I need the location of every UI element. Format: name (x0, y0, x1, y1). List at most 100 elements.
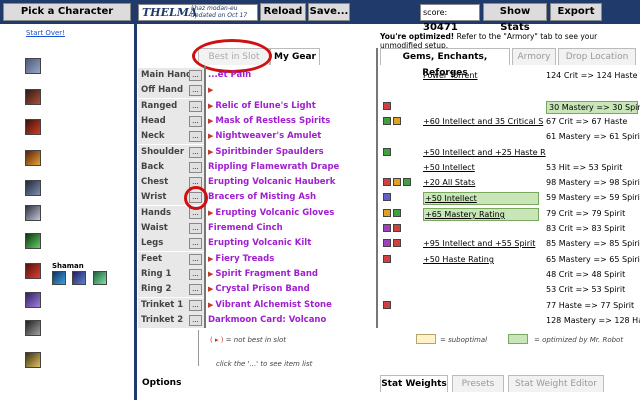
gem-socket-icon[interactable] (383, 301, 391, 309)
reforge-text: 48 Crit => 48 Spirit (546, 270, 626, 279)
not-best-marker-icon: ▶ (208, 270, 214, 278)
reforge-text: 59 Mastery => 59 Spirit (546, 193, 640, 202)
item-list-button[interactable]: ... (189, 284, 202, 295)
gem-socket-icon[interactable] (393, 209, 401, 217)
item-list-button[interactable]: ... (189, 300, 202, 311)
item-list-button[interactable]: ... (189, 238, 202, 249)
spec-enhancement-icon[interactable] (72, 271, 86, 285)
legend-click-hint: click the '...' to see item list (216, 360, 313, 368)
item-list-button[interactable]: ... (189, 162, 202, 173)
item-list-button[interactable]: ... (189, 315, 202, 326)
gem-socket-icon[interactable] (393, 178, 401, 186)
gear-item[interactable]: ▶ Spiritbinder Spaulders (208, 145, 376, 160)
race-icon-6[interactable] (25, 205, 41, 221)
show-stats-button[interactable]: Show Stats (483, 3, 547, 33)
gem-socket-icon[interactable] (393, 117, 401, 125)
race-icon-9[interactable] (25, 292, 41, 308)
gear-item[interactable]: ▶ Fiery Treads (208, 252, 376, 267)
tab-stat-weight-editor[interactable]: Stat Weight Editor (508, 375, 604, 392)
gem-socket-icon[interactable] (393, 239, 401, 247)
gear-item[interactable]: ▶ Erupting Volcanic Gloves (208, 206, 376, 221)
gear-item-name: Mask of Restless Spirits (215, 116, 331, 126)
gear-item[interactable]: Darkmoon Card: Volcano (208, 313, 376, 328)
gear-item[interactable]: Bracers of Misting Ash (208, 190, 376, 205)
gear-item[interactable]: ...et Pain (208, 68, 376, 83)
gear-item-name: Fiery Treads (215, 254, 275, 264)
reload-button[interactable]: Reload (260, 3, 306, 21)
gear-item-name: Spiritbinder Spaulders (215, 147, 324, 157)
tab-presets[interactable]: Presets (452, 375, 504, 392)
export-button[interactable]: Export (550, 3, 602, 21)
gem-socket-icon[interactable] (383, 117, 391, 125)
gear-item[interactable]: ▶ Vibrant Alchemist Stone (208, 298, 376, 313)
race-icon-5[interactable] (25, 180, 41, 196)
gear-item[interactable]: Erupting Volcanic Kilt (208, 236, 376, 251)
spec-elemental-icon[interactable] (52, 271, 66, 285)
gem-socket-icon[interactable] (383, 148, 391, 156)
item-list-button[interactable]: ... (189, 223, 202, 234)
enchant-link[interactable]: +50 Haste Rating (423, 254, 494, 265)
shaman-class-icon[interactable] (25, 263, 41, 279)
gear-item[interactable]: ▶ Crystal Prison Band (208, 282, 376, 297)
item-list-button[interactable]: ... (189, 254, 202, 265)
gem-socket-icon[interactable] (383, 224, 391, 232)
gear-item[interactable]: ▶ Mask of Restless Spirits (208, 114, 376, 129)
enchant-link[interactable]: +50 Intellect (423, 192, 539, 205)
score-display: score: 30471 (420, 4, 480, 33)
tab-armory[interactable]: Armory (512, 48, 556, 65)
race-icon-10[interactable] (25, 320, 41, 336)
gem-socket-icon[interactable] (393, 224, 401, 232)
enchant-link[interactable]: +95 Intellect and +55 Spirit (423, 238, 535, 249)
gear-item[interactable]: ▶ Spirit Fragment Band (208, 267, 376, 282)
race-icon-2[interactable] (25, 89, 41, 105)
start-over-link[interactable]: Start Over! (26, 29, 65, 37)
gear-item-name: ...et Pain (208, 70, 252, 80)
enchant-link[interactable]: +50 Intellect and +25 Haste R (423, 147, 546, 158)
race-icon-3[interactable] (25, 119, 41, 135)
reforge-text: 67 Crit => 67 Haste (546, 117, 628, 126)
item-list-button[interactable]: ... (189, 269, 202, 280)
gear-item[interactable]: Firemend Cinch (208, 221, 376, 236)
gem-socket-icon[interactable] (383, 209, 391, 217)
pick-character-button[interactable]: Pick a Character (3, 3, 131, 21)
gear-item[interactable]: Rippling Flamewrath Drape (208, 160, 376, 175)
gear-item[interactable]: Erupting Volcanic Hauberk (208, 175, 376, 190)
race-icon-11[interactable] (25, 352, 41, 368)
gem-socket-icon[interactable] (383, 193, 391, 201)
enchant-link[interactable]: Power Torrent (423, 70, 478, 81)
enchant-link[interactable]: +65 Mastery Rating (423, 208, 539, 221)
gear-item-name: Bracers of Misting Ash (208, 192, 317, 202)
gear-item[interactable]: ▶ Relic of Elune's Light (208, 99, 376, 114)
tab-drop-location[interactable]: Drop Location (558, 48, 636, 65)
enchant-link[interactable]: +60 Intellect and 35 Critical S (423, 116, 543, 127)
gem-socket-icon[interactable] (383, 102, 391, 110)
item-list-button[interactable]: ... (189, 131, 202, 142)
tab-stat-weights[interactable]: Stat Weights (380, 375, 448, 392)
enchant-link[interactable]: +50 Intellect (423, 162, 475, 173)
character-updated: updated on Oct 17 (191, 12, 248, 19)
gear-item[interactable]: ▶ (208, 83, 376, 98)
item-list-button[interactable]: ... (189, 147, 202, 158)
gear-item-name: Crystal Prison Band (215, 284, 310, 294)
gear-item-name: Rippling Flamewrath Drape (208, 162, 340, 172)
gear-item[interactable]: ▶ Nightweaver's Amulet (208, 129, 376, 144)
gem-socket-icon[interactable] (383, 239, 391, 247)
gear-item-name: Nightweaver's Amulet (215, 131, 322, 141)
legend-optimized: = optimized by Mr. Robot (534, 336, 624, 344)
spec-restoration-icon[interactable] (93, 271, 107, 285)
item-list-button[interactable]: ... (189, 70, 202, 81)
race-icon-1[interactable] (25, 58, 41, 74)
item-list-button[interactable]: ... (189, 101, 202, 112)
gem-socket-icon[interactable] (383, 255, 391, 263)
item-list-button[interactable]: ... (189, 116, 202, 127)
tab-my-gear[interactable]: My Gear (270, 48, 320, 65)
gem-socket-icon[interactable] (383, 178, 391, 186)
item-list-button[interactable]: ... (189, 85, 202, 96)
save-button[interactable]: Save... (308, 3, 350, 21)
gem-socket-icon[interactable] (403, 178, 411, 186)
race-icon-7[interactable] (25, 233, 41, 249)
tab-gems-enchants-reforges[interactable]: Gems, Enchants, Reforges (380, 48, 510, 78)
race-icon-4[interactable] (25, 150, 41, 166)
enchant-link[interactable]: +20 All Stats (423, 177, 475, 188)
gear-item-name: Erupting Volcanic Kilt (208, 238, 312, 248)
